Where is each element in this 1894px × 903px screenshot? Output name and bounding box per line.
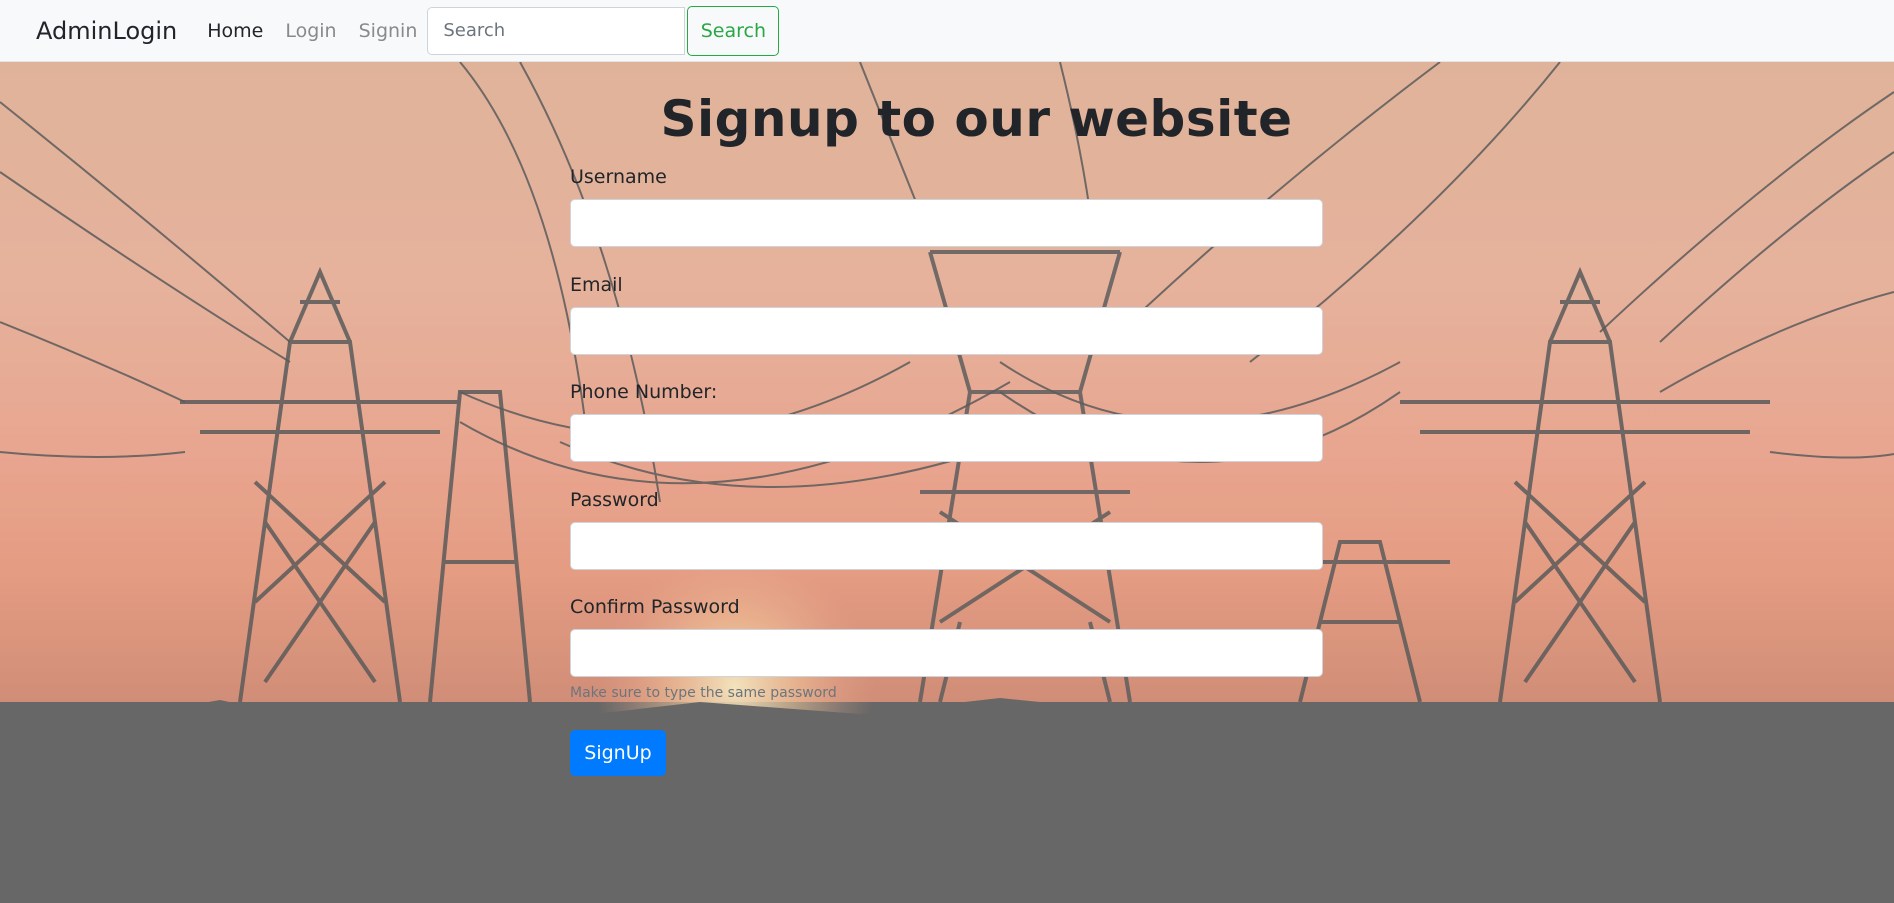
username-field[interactable] bbox=[570, 198, 1323, 247]
password-label: Password bbox=[570, 489, 659, 511]
search-input[interactable] bbox=[427, 6, 686, 55]
confirm-password-label: Confirm Password bbox=[570, 596, 740, 618]
password-help-text: Make sure to type the same password bbox=[570, 684, 837, 701]
signup-button[interactable]: SignUp bbox=[570, 730, 666, 776]
confirm-password-field[interactable] bbox=[570, 628, 1323, 677]
email-group: Email bbox=[570, 273, 1323, 355]
brand-logo-link[interactable]: AdminLogin bbox=[36, 19, 177, 43]
username-group: Username bbox=[570, 165, 1323, 247]
email-label: Email bbox=[570, 274, 623, 296]
confirm-password-group: Confirm Password Make sure to type the s… bbox=[570, 595, 1323, 701]
phone-label: Phone Number: bbox=[570, 381, 718, 403]
nav-link-signin[interactable]: Signin bbox=[359, 20, 418, 42]
navbar: AdminLogin Home Login Signin Search bbox=[0, 0, 1894, 62]
search-button[interactable]: Search bbox=[687, 5, 780, 56]
email-field[interactable] bbox=[570, 306, 1323, 355]
phone-field[interactable] bbox=[570, 413, 1323, 462]
username-label: Username bbox=[570, 166, 667, 188]
password-field[interactable] bbox=[570, 521, 1323, 570]
page-title: Signup to our website bbox=[660, 90, 1293, 148]
nav-link-login[interactable]: Login bbox=[285, 20, 336, 42]
nav-link-home[interactable]: Home bbox=[207, 20, 263, 42]
signup-form: Signup to our website Username Email Pho… bbox=[570, 62, 1323, 776]
password-group: Password bbox=[570, 488, 1323, 570]
phone-group: Phone Number: bbox=[570, 380, 1323, 462]
